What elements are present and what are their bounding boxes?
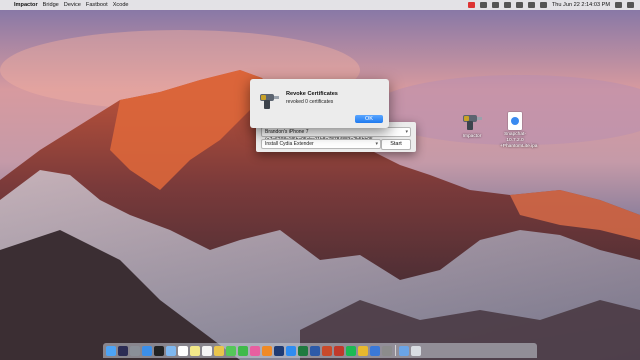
dock-safari-icon[interactable] [142,345,152,356]
menu-fastboot[interactable]: Fastboot [86,0,113,10]
dock-chrome-icon[interactable] [358,345,368,356]
menu-xcode[interactable]: Xcode [113,0,134,10]
dialog-title: Revoke Certificates [286,91,338,97]
status-app-icon[interactable] [467,2,475,8]
dock-ibooks-icon[interactable] [262,345,272,356]
dock [103,343,537,358]
dock-word-icon[interactable] [310,345,320,356]
status-area: Thu Jun 22 2:14:03 PM [467,0,640,10]
dock-trash-icon[interactable] [411,345,421,356]
dock-siri-icon[interactable] [118,345,128,356]
dock-launchpad-icon[interactable] [130,345,140,356]
dock-finder-icon[interactable] [106,345,116,356]
dock-photo-booth-icon[interactable] [334,345,344,356]
dock-notes-icon[interactable] [190,345,200,356]
notification-center-icon[interactable] [627,2,634,8]
dock-reminders-icon[interactable] [202,345,212,356]
dock-downloads-icon[interactable] [399,345,409,356]
spotlight-icon[interactable] [615,2,622,8]
start-button[interactable]: Start [381,139,411,150]
dock-excel-icon[interactable] [298,345,308,356]
dock-app-store-icon[interactable] [286,345,296,356]
desktop [0,0,640,360]
dock-itunes-icon[interactable] [250,345,260,356]
dock-powerpoint-icon[interactable] [322,345,332,356]
device-select[interactable]: Brandon's iPhone 7 (a7e6298c1f6ba05cbe11… [261,127,411,143]
desktop-icon-label: Impactor [462,134,482,139]
chevron-down-icon: ▾ [375,141,378,147]
drill-icon [463,115,482,130]
menu-bar: Impactor Bridge Device Fastboot Xcode Th… [0,0,640,10]
dialog-message: revoked 0 certificates [286,99,334,105]
status-app-icon[interactable] [479,2,487,8]
dock-terminal-icon[interactable] [154,345,164,356]
dock-facetime-icon[interactable] [238,345,248,356]
menu-device[interactable]: Device [64,0,86,10]
chevron-down-icon: ▾ [405,129,408,135]
airplay-icon[interactable] [503,2,511,8]
desktop-icon-label: +PhantomLite.ipa [500,144,538,149]
command-select-value: Install Cydia Extender [265,141,314,147]
battery-icon[interactable] [539,2,547,8]
dock-xcode-icon[interactable] [370,345,380,356]
dock-spotify-icon[interactable] [346,345,356,356]
dock-separator [395,345,396,356]
menu-impactor[interactable]: Impactor [14,0,43,10]
dock-mail-icon[interactable] [166,345,176,356]
desktop-icon-label: Snapchat-10.7.2.0 [504,132,526,143]
ipa-file-icon [508,112,522,130]
menubar-clock[interactable]: Thu Jun 22 2:14:03 PM [552,0,610,10]
dock-messages-icon[interactable] [226,345,236,356]
dock-calendar-icon[interactable] [178,345,188,356]
volume-icon[interactable] [527,2,535,8]
menu-bridge[interactable]: Bridge [43,0,64,10]
ok-button[interactable]: OK [355,115,383,123]
wifi-icon[interactable] [515,2,523,8]
desktop-wallpaper [0,0,640,360]
drill-icon [260,94,279,109]
revoke-certificates-dialog: Revoke Certificates revoked 0 certificat… [250,79,389,128]
dock-system-preferences-icon[interactable] [382,345,392,356]
dock-photos-icon[interactable] [214,345,224,356]
desktop-icon-impactor[interactable]: Impactor [457,112,487,140]
desktop-icon-ipa[interactable]: Snapchat-10.7.2.0 +PhantomLite.ipa [500,112,538,150]
dock-photoshop-icon[interactable] [274,345,284,356]
command-select[interactable]: Install Cydia Extender ▾ [261,139,381,149]
status-app-icon[interactable] [491,2,499,8]
